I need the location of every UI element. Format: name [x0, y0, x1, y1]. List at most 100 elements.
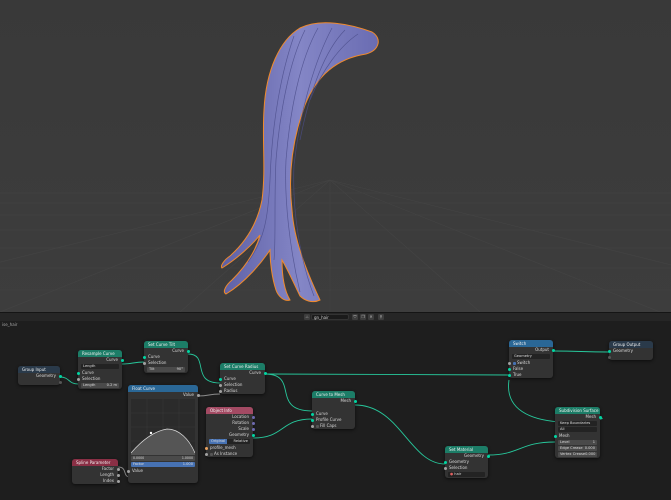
socket-mesh-in[interactable]: [553, 434, 557, 438]
socket-selection-in[interactable]: [218, 383, 222, 387]
node-spline-parameter[interactable]: Spline Parameter Factor Length Index: [72, 459, 120, 484]
link-tilt-radius: [187, 353, 221, 384]
socket-factor-out[interactable]: [116, 467, 120, 471]
switch-checkbox[interactable]: [513, 361, 516, 365]
link-objinfo-c2m: [252, 418, 313, 439]
socket-curve-out[interactable]: [186, 349, 190, 353]
output-curve: Curve: [78, 357, 124, 363]
relative-button[interactable]: Relative: [232, 439, 251, 444]
input-selection: Selection: [142, 360, 188, 366]
socket-switch-in[interactable]: [507, 361, 511, 365]
socket-location-out[interactable]: [251, 415, 255, 419]
node-title: Resample Curve: [78, 350, 122, 357]
socket-mesh-out[interactable]: [353, 399, 357, 403]
curve-point-values[interactable]: 0.0000 1.0000: [131, 456, 195, 461]
socket-curve-in[interactable]: [310, 412, 314, 416]
socket-curve-out[interactable]: [120, 358, 124, 362]
socket-profile-in[interactable]: [310, 418, 314, 422]
node-group-input[interactable]: Group Input Geometry: [18, 366, 62, 385]
socket-curve-in[interactable]: [218, 377, 222, 381]
fake-user-icon[interactable]: ⛉: [352, 314, 358, 320]
socket-mesh-out[interactable]: [598, 415, 602, 419]
socket-curve-in[interactable]: [76, 371, 80, 375]
as-instance-checkbox[interactable]: [210, 452, 213, 456]
factor-field[interactable]: Factor 1.000: [131, 462, 195, 467]
socket-empty-out[interactable]: [58, 380, 62, 384]
socket-true-in[interactable]: [507, 373, 511, 377]
socket-value-in[interactable]: [126, 469, 130, 473]
type-dropdown[interactable]: Geometry: [512, 354, 550, 359]
boundary-dropdown[interactable]: All: [558, 427, 597, 432]
node-set-curve-tilt[interactable]: Set Curve Tilt Curve Curve Selection Til…: [142, 341, 190, 373]
socket-object-in[interactable]: [204, 446, 208, 450]
mode-dropdown[interactable]: Length: [81, 364, 119, 369]
material-field[interactable]: ● hair: [448, 472, 485, 477]
node-switch[interactable]: Switch Output Geometry Switch False True: [507, 340, 555, 378]
uv-smooth-dropdown[interactable]: Keep Boundaries: [558, 421, 597, 426]
node-tree-icon[interactable]: ⛬: [304, 314, 310, 320]
socket-as-instance-in[interactable]: [204, 452, 208, 456]
node-title: Group Input: [18, 366, 60, 373]
node-curve-to-mesh[interactable]: Curve to Mesh Mesh Curve Profile Curve F…: [310, 391, 357, 429]
socket-output-out[interactable]: [551, 348, 555, 352]
socket-geometry-out[interactable]: [486, 454, 490, 458]
node-float-curve[interactable]: Float Curve Value 0.0000 1.0000 Factor 1.0…: [126, 385, 200, 483]
socket-geometry-out[interactable]: [58, 374, 62, 378]
node-object-info[interactable]: Object Info Location Rotation Scale Geom…: [204, 407, 255, 457]
input-selection: Selection: [443, 465, 488, 471]
node-title: Group Output: [609, 341, 653, 348]
socket-selection-in[interactable]: [142, 361, 146, 365]
output-value: Value: [128, 392, 200, 398]
level-field[interactable]: Level 1: [558, 440, 597, 445]
socket-rotation-out[interactable]: [251, 421, 255, 425]
material-icon: ●: [450, 472, 454, 476]
close-icon[interactable]: ✕: [368, 314, 374, 320]
link-material-subdiv: [487, 441, 556, 456]
curve-mapping-widget[interactable]: [131, 399, 195, 455]
socket-fill-caps-in[interactable]: [310, 424, 314, 428]
node-editor-canvas[interactable]: ise_hair Group Input Geometry Resample C…: [0, 321, 671, 500]
socket-false-in[interactable]: [507, 367, 511, 371]
socket-selection-in[interactable]: [443, 466, 447, 470]
tilt-field[interactable]: Tilt 90°: [147, 367, 185, 372]
node-resample-curve[interactable]: Resample Curve Curve Length Curve Select…: [76, 350, 124, 389]
edge-crease-field[interactable]: Edge Crease 0.000: [558, 446, 597, 451]
socket-selection-in[interactable]: [76, 377, 80, 381]
socket-value-out[interactable]: [196, 393, 200, 397]
copy-icon[interactable]: ❐: [360, 314, 366, 320]
input-as-instance: As Instance: [204, 451, 253, 457]
socket-curve-in[interactable]: [142, 355, 146, 359]
output-index: Index: [72, 478, 120, 484]
length-field[interactable]: Length 0.2 m: [81, 383, 119, 388]
socket-radius-in[interactable]: [218, 389, 222, 393]
socket-index-out[interactable]: [116, 479, 120, 483]
transform-space-toggle[interactable]: Original Relative: [209, 439, 250, 444]
socket-geometry-in[interactable]: [607, 349, 611, 353]
original-button[interactable]: Original: [209, 439, 228, 444]
link-floatcurve-radius: [197, 393, 221, 397]
socket-empty-in[interactable]: [607, 355, 611, 359]
node-title: Set Curve Tilt: [144, 341, 188, 348]
socket-curve-out[interactable]: [263, 371, 267, 375]
link-switch-output: [552, 350, 610, 353]
vertex-crease-field[interactable]: Vertex Crease 0.000: [558, 452, 597, 457]
node-title: Float Curve: [128, 385, 198, 392]
socket-length-out[interactable]: [116, 473, 120, 477]
node-set-material[interactable]: Set Material Geometry Geometry Selection…: [443, 446, 490, 478]
node-group-output[interactable]: Group Output Geometry: [607, 341, 653, 360]
socket-geometry-out[interactable]: [251, 433, 255, 437]
output-mesh: Mesh: [555, 414, 602, 420]
link-radius-c2m: [264, 373, 313, 412]
socket-scale-out[interactable]: [251, 427, 255, 431]
node-subdivision-surface[interactable]: Subdivision Surface Mesh Keep Boundaries…: [553, 407, 602, 458]
socket-geometry-in[interactable]: [443, 460, 447, 464]
node-title: Object Info: [206, 407, 253, 414]
fill-caps-checkbox[interactable]: [316, 424, 319, 428]
3d-viewport[interactable]: [0, 0, 671, 312]
node-title: Curve to Mesh: [312, 391, 355, 398]
curve-point[interactable]: [149, 431, 153, 435]
pin-icon[interactable]: ⚲: [378, 314, 384, 320]
node-tree-selector[interactable]: gn_hair: [311, 314, 349, 320]
node-set-curve-radius[interactable]: Set Curve Radius Curve Curve Selection R…: [218, 363, 267, 394]
